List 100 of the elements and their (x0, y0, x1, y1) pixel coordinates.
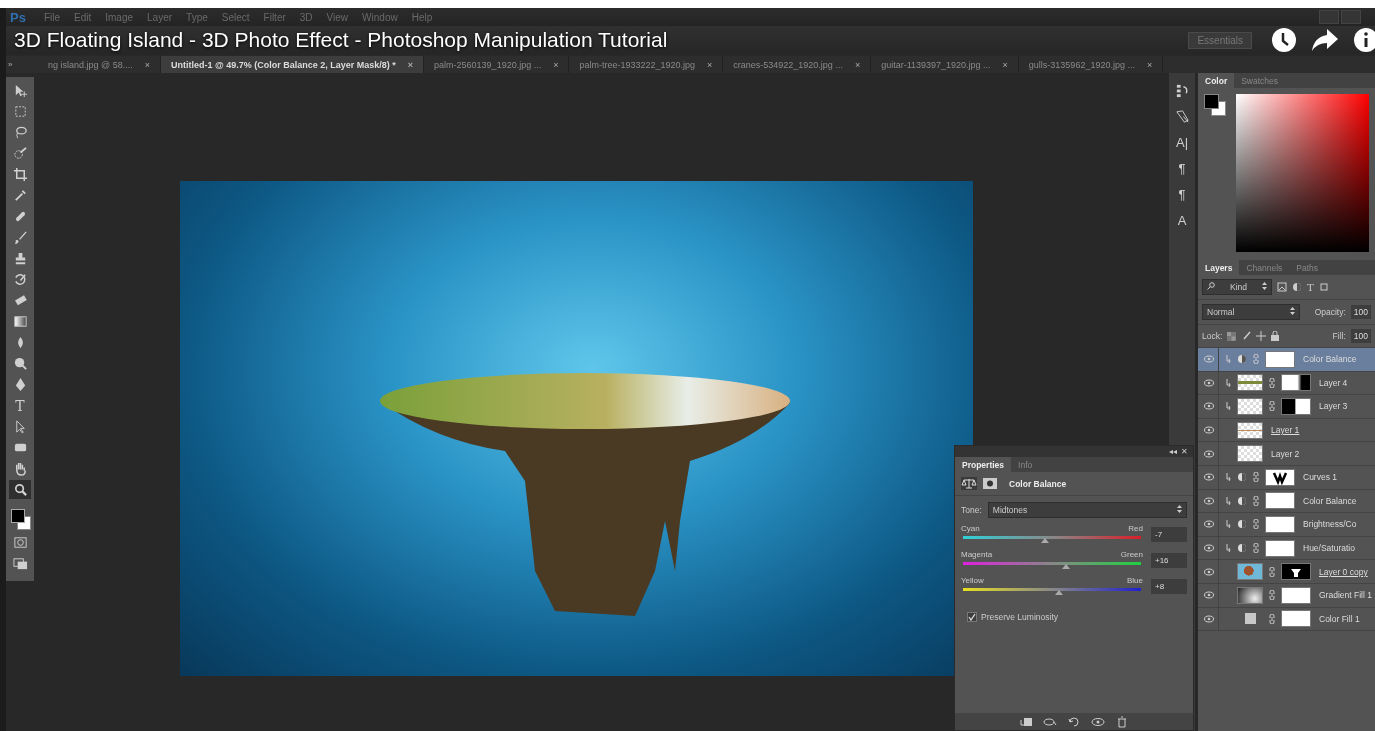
visibility-eye-icon[interactable] (1204, 567, 1214, 576)
tab-label[interactable]: palm-tree-1933222_1920.jpg (579, 59, 696, 70)
visibility-eye-icon[interactable] (1204, 426, 1214, 435)
layer-row[interactable]: Layer 4 (1198, 371, 1375, 396)
layer-row[interactable]: Layer 0 copy (1198, 560, 1375, 584)
trash-icon (1115, 715, 1129, 728)
close-tab-icon[interactable]: × (1002, 59, 1008, 70)
close-tab-icon[interactable]: × (854, 59, 861, 70)
layer-row[interactable]: Layer 1 (1198, 418, 1375, 443)
visibility-eye-icon[interactable] (1204, 496, 1214, 505)
color-swatches-icon[interactable] (1204, 94, 1228, 118)
info-icon[interactable] (1353, 27, 1375, 53)
view-previous-button[interactable] (1043, 715, 1057, 728)
screen-mode-icon (12, 556, 28, 571)
close-tab-icon[interactable]: × (1146, 59, 1153, 70)
fill-field[interactable]: 100 (1350, 329, 1371, 343)
tab-label[interactable]: guitar-1139397_1920.jpg ... (881, 59, 991, 70)
close-panel-button[interactable]: ✕ (1181, 446, 1188, 457)
clock-icon[interactable] (1271, 27, 1297, 53)
marquee-icon (12, 104, 28, 119)
checkerboard-icon[interactable] (1227, 331, 1237, 341)
close-tab-icon[interactable]: × (144, 59, 150, 70)
delete-button[interactable] (1115, 715, 1129, 728)
visibility-button[interactable] (1091, 715, 1105, 728)
visibility-eye-icon[interactable] (1204, 378, 1214, 387)
tab-label[interactable]: ng island.jpg @ 58.... (48, 59, 133, 70)
image-icon[interactable] (1277, 282, 1287, 292)
history-icon (1174, 82, 1190, 98)
slider-thumb[interactable] (1062, 564, 1071, 569)
color-picker-field[interactable] (1236, 94, 1369, 252)
tab-label[interactable]: cranes-534922_1920.jpg ... (733, 59, 843, 70)
scale-icon[interactable] (961, 477, 977, 490)
visibility-eye-icon[interactable] (1204, 591, 1214, 600)
type-tool-button[interactable]: T (9, 396, 31, 415)
tab-label[interactable]: palm-2560139_1920.jpg ... (434, 59, 542, 70)
shape-filter-icon[interactable] (1318, 282, 1329, 292)
slider-left-label: Yellow (961, 576, 984, 585)
slider-value-field[interactable]: -7 (1151, 527, 1187, 542)
slider-right-label: Green (1120, 550, 1143, 559)
tab-label[interactable]: Untitled-1 @ 49.7% (Color Balance 2, Layer Mask/8) * (170, 59, 396, 70)
mask-icon[interactable] (982, 477, 998, 490)
close-tab-icon[interactable]: × (707, 59, 713, 70)
layer-row[interactable]: Gradient Fill 1 (1198, 583, 1375, 608)
collapse-icon[interactable]: » (6, 60, 38, 69)
tone-dropdown[interactable]: Midtones (987, 502, 1187, 518)
visibility-eye-icon[interactable] (1204, 520, 1214, 529)
blend-mode-dropdown[interactable]: Normal (1202, 304, 1300, 320)
tab-label[interactable]: gulls-3135962_1920.jpg ... (1028, 59, 1135, 70)
chain-link-icon (1253, 519, 1259, 530)
visibility-eye-icon[interactable] (1204, 473, 1214, 482)
visibility-eye-icon[interactable] (1204, 614, 1214, 623)
layer-row[interactable]: Layer 2 (1198, 442, 1375, 466)
brush-icon[interactable] (1241, 331, 1252, 341)
panel-tab[interactable]: Properties (955, 457, 1012, 472)
video-title: 3D Floating Island - 3D Photo Effect - Photoshop Manipulation Tutorial (14, 28, 668, 52)
move-arrows-icon[interactable] (1256, 331, 1267, 341)
layer-row[interactable]: Color Balance (1198, 489, 1375, 514)
search-icon (1207, 282, 1215, 290)
layer-filter-dropdown[interactable]: Kind (1202, 279, 1272, 295)
layer-name: Color Balance (1303, 495, 1357, 506)
clip-to-layer-button[interactable] (1019, 715, 1033, 728)
character-panel-button[interactable]: A| (1172, 133, 1192, 151)
layer-row[interactable]: Hue/Saturatio (1198, 536, 1375, 561)
slider-thumb[interactable] (1055, 590, 1064, 595)
layer-row[interactable]: Brightness/Co (1198, 513, 1375, 537)
layer-row[interactable]: Color Fill 1 (1198, 607, 1375, 632)
layer-row[interactable]: Color Balance (1198, 348, 1375, 372)
layer-row[interactable]: Curves 1 (1198, 465, 1375, 490)
opacity-label: Opacity: (1314, 307, 1346, 317)
share-icon[interactable] (1311, 28, 1339, 52)
zoom-tool-button[interactable] (9, 480, 31, 499)
brushes-icon (1174, 108, 1190, 124)
color-swatches-icon[interactable] (9, 507, 31, 531)
para-styles-panel-button[interactable]: A (1172, 211, 1192, 229)
visibility-eye-icon[interactable] (1204, 355, 1214, 364)
collapse-panel-button[interactable]: ◂◂ (1169, 446, 1177, 457)
document-tab[interactable]: Untitled-1 @ 49.7% (Color Balance 2, Layer Mask/8) * × (160, 56, 425, 73)
layer-row[interactable]: Layer 3 (1198, 395, 1375, 419)
slider-value-field[interactable]: +16 (1151, 553, 1187, 568)
close-tab-icon[interactable]: × (553, 59, 559, 70)
checkbox[interactable] (967, 612, 977, 622)
half-circle-icon[interactable] (1292, 282, 1302, 292)
visibility-eye-icon[interactable] (1204, 449, 1214, 458)
paragraph-panel-button[interactable]: ¶ (1172, 159, 1192, 177)
char-styles-panel-button[interactable]: ¶ (1172, 185, 1192, 203)
layer-name: Layer 4 (1319, 377, 1348, 388)
slider-value-field[interactable]: +8 (1151, 579, 1187, 594)
panel-tab[interactable]: Color (1198, 73, 1235, 88)
panel-tab[interactable]: Layers (1198, 260, 1240, 275)
reset-button[interactable] (1067, 715, 1081, 728)
up-down-arrows-icon (1177, 505, 1182, 513)
visibility-eye-icon[interactable] (1204, 402, 1214, 411)
visibility-eye-icon[interactable] (1204, 544, 1214, 553)
type-filter-icon[interactable]: T (1307, 281, 1314, 293)
eyedropper-icon (12, 188, 28, 203)
chain-link-icon (1269, 401, 1275, 412)
padlock-icon[interactable] (1271, 331, 1280, 341)
close-tab-icon[interactable]: × (407, 59, 414, 70)
opacity-field[interactable]: 100 (1350, 305, 1371, 319)
slider-thumb[interactable] (1040, 538, 1049, 543)
